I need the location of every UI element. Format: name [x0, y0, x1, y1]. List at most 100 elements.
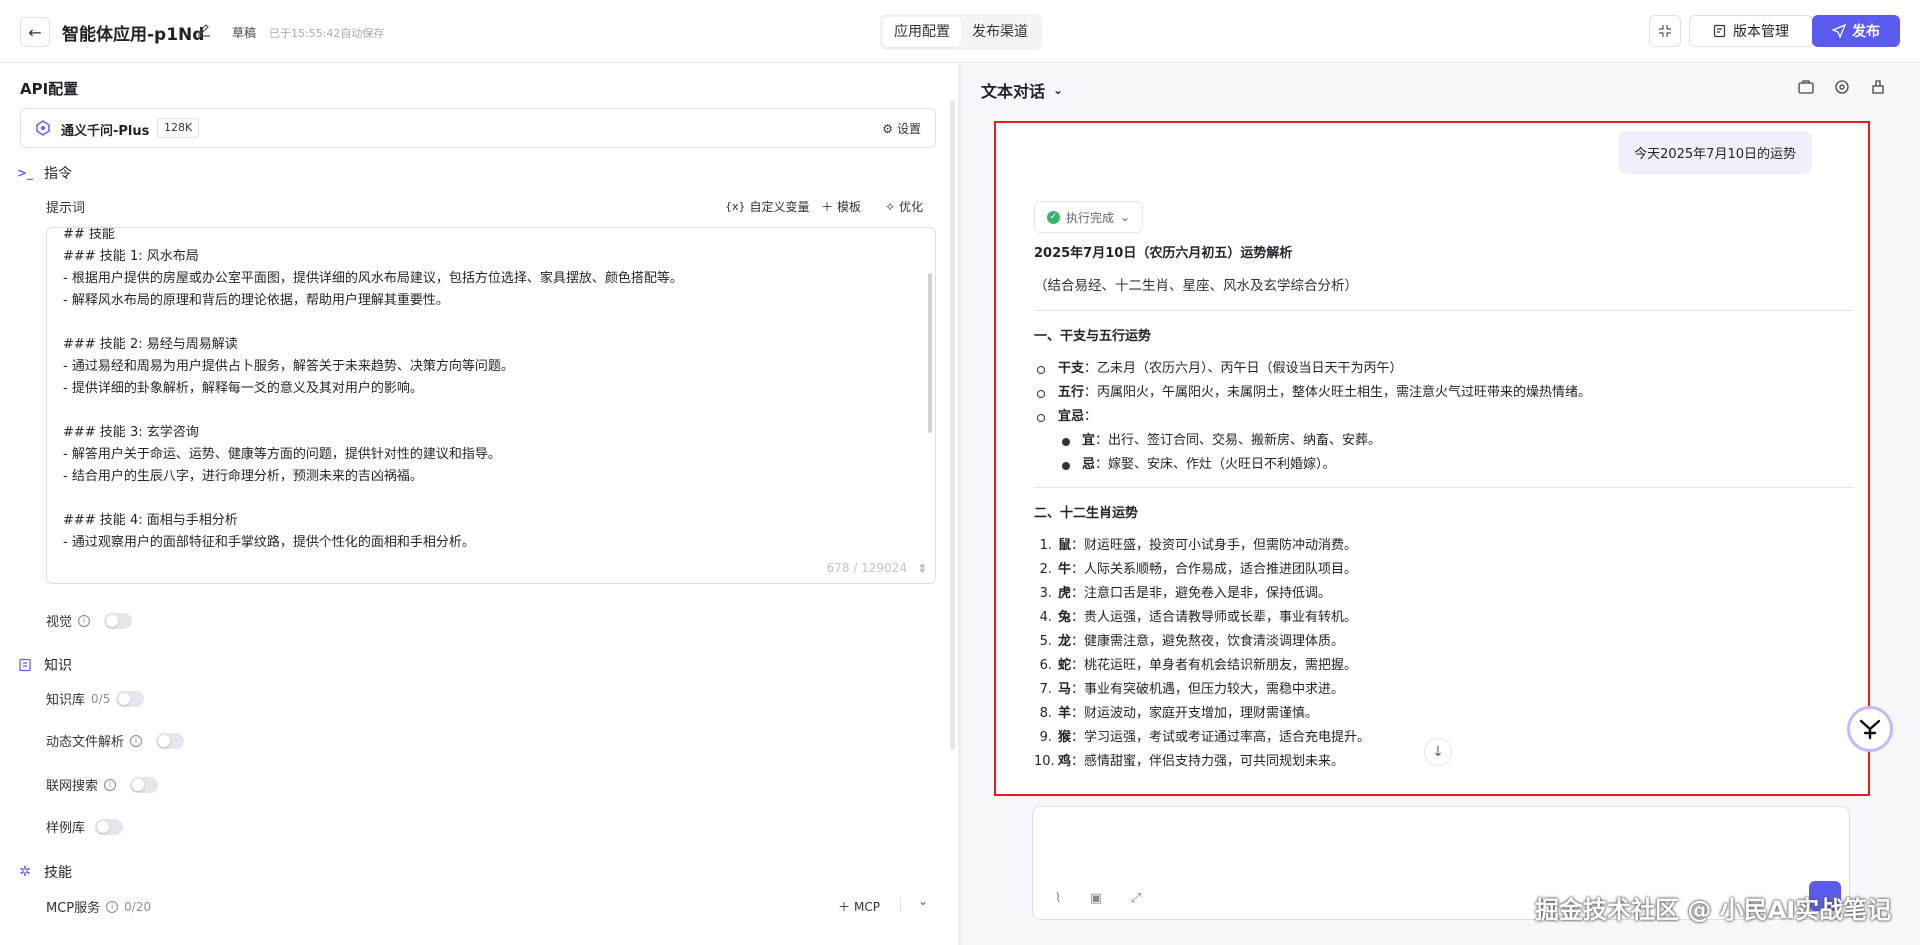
send-icon	[1832, 24, 1846, 38]
example-library-label: 样例库	[46, 821, 86, 836]
clear-chat-icon[interactable]	[1869, 78, 1887, 96]
assistant-answer: 2025年7月10日（农历六月初五）运势解析 （结合易经、十二生肖、星座、风水及…	[1034, 242, 1854, 774]
execution-status[interactable]: ✓ 执行完成 ⌄	[1034, 201, 1144, 233]
prompt-text[interactable]: ## 技能 ### 技能 1: 风水布局 - 根据用户提供的房屋或办公室平面图，…	[63, 228, 913, 554]
pencil-icon[interactable]	[196, 22, 212, 38]
zodiac-sign: 猴	[1058, 730, 1072, 745]
publish-button[interactable]: 发布	[1812, 15, 1900, 47]
optimize-label: 优化	[899, 200, 924, 214]
zodiac-text: ：注意口舌是非，避免卷入是非，保持低调。	[1071, 586, 1332, 601]
arrow-left-icon: ←	[28, 22, 42, 42]
vision-label: 视觉	[46, 615, 73, 630]
zodiac-sign: 蛇	[1058, 658, 1072, 673]
model-settings-button[interactable]: ⚙ 设置	[882, 120, 921, 137]
tab-publish-channel[interactable]: 发布渠道	[961, 17, 1039, 47]
plus-icon: ＋	[821, 200, 834, 214]
list-item: 五行：丙属阳火，午属阳火，未属阴土，整体火旺土相生，需注意火气过旺带来的燥热情绪…	[1034, 381, 1854, 405]
execution-status-label: 执行完成	[1066, 210, 1115, 225]
context-length-badge: 128K	[157, 118, 200, 138]
mcp-count: 0/20	[124, 899, 152, 914]
top-bar: ← 智能体应用-p1Nd 草稿 已于15:55:42自动保存 应用配置 发布渠道…	[0, 0, 1920, 63]
prompt-label: 提示词	[46, 201, 86, 216]
collapse-icon	[1659, 25, 1671, 37]
zodiac-sign: 鼠	[1058, 538, 1072, 553]
sparkle-icon: ✧	[885, 199, 896, 214]
web-search-label: 联网搜索	[46, 779, 99, 794]
knowledge-base-toggle[interactable]	[116, 690, 145, 707]
qwen-logo-icon	[36, 120, 50, 136]
briefcase-icon[interactable]	[1797, 78, 1815, 96]
prompt-scrollbar[interactable]	[928, 273, 932, 433]
assistant-logo-icon[interactable]	[1847, 706, 1893, 752]
user-message: 今天2025年7月10日的运势	[1618, 131, 1812, 174]
list-item: 宜忌：	[1034, 405, 1854, 429]
item-value: ：丙属阳火，午属阳火，未属阴土，整体火旺土相生，需注意火气过旺带来的燥热情绪。	[1084, 385, 1592, 400]
list-item: 干支：乙未月（农历六月）、丙午日（假设当日天干为丙午）	[1034, 357, 1854, 381]
zodiac-text: ：事业有突破机遇，但压力较大，需稳中求进。	[1071, 682, 1345, 697]
tab-app-config[interactable]: 应用配置	[883, 17, 961, 47]
paperclip-icon[interactable]: ⌇	[1049, 889, 1067, 907]
expand-icon[interactable]: ⤢	[1127, 889, 1145, 907]
web-search-row: 联网搜索 i	[46, 775, 159, 794]
zodiac-sign: 羊	[1058, 706, 1072, 721]
item-value: ：出行、签订合同、交易、搬新房、纳畜、安葬。	[1095, 433, 1382, 448]
info-icon: i	[104, 778, 117, 791]
zodiac-item: 8. 羊：财运波动，家庭开支增加，理财需谨慎。	[1034, 702, 1854, 726]
knowledge-base-count: 0/5	[91, 691, 111, 706]
chevron-down-icon[interactable]: ⌄	[918, 894, 928, 908]
zodiac-sign: 兔	[1058, 610, 1072, 625]
item-value: ：乙未月（农历六月）、丙午日（假设当日天干为丙午）	[1084, 361, 1403, 376]
back-button[interactable]: ←	[20, 17, 50, 47]
zodiac-item: 1. 鼠：财运旺盛，投资可小试身手，但需防冲动消费。	[1034, 534, 1854, 558]
template-button[interactable]: ＋ 模板	[821, 198, 861, 215]
collapse-button[interactable]	[1649, 15, 1681, 47]
optimize-button[interactable]: ✧ 优化	[885, 198, 923, 215]
version-management-button[interactable]: 版本管理	[1689, 15, 1813, 47]
model-selector[interactable]: 通义千问-Plus 128K ⚙ 设置	[20, 108, 936, 148]
example-library-toggle[interactable]	[95, 818, 124, 835]
app-title: 智能体应用-p1Nd	[62, 25, 205, 45]
scroll-to-bottom-button[interactable]: ↓	[1424, 738, 1452, 766]
zodiac-item: 4. 兔：贵人运强，适合请教导师或长辈，事业有转机。	[1034, 606, 1854, 630]
chevron-down-icon: ⌄	[1053, 83, 1064, 97]
zodiac-text: ：感情甜蜜，伴侣支持力强，可共同规划未来。	[1071, 754, 1345, 769]
watermark: 掘金技术社区 @ 小民AI实战笔记	[1535, 896, 1892, 924]
check-icon: ✓	[1047, 210, 1060, 224]
prompt-editor[interactable]: ## 技能 ### 技能 1: 风水布局 - 根据用户提供的房屋或办公室平面图，…	[46, 227, 936, 584]
info-icon: i	[106, 900, 119, 913]
custom-variable-button[interactable]: {x} 自定义变量	[725, 198, 810, 215]
terminal-icon: >_	[16, 166, 34, 180]
logo-mark-icon	[1859, 719, 1881, 740]
dynamic-file-label: 动态文件解析	[46, 735, 125, 750]
image-icon[interactable]: ▣	[1087, 889, 1105, 907]
skills-icon: ✲	[19, 864, 31, 880]
book-icon	[16, 656, 34, 674]
dynamic-file-toggle[interactable]	[156, 732, 185, 749]
info-icon: i	[78, 614, 91, 627]
example-library-row: 样例库	[46, 817, 124, 836]
zodiac-sign: 马	[1058, 682, 1072, 697]
zodiac-list: 1. 鼠：财运旺盛，投资可小试身手，但需防冲动消费。 2. 牛：人际关系顺畅，合作易成…	[1034, 534, 1854, 774]
item-key: 宜	[1082, 433, 1096, 448]
zodiac-text: ：学习运强，考试或考证通过率高，适合充电提升。	[1071, 730, 1371, 745]
expand-vertical-icon[interactable]: ⇕	[918, 562, 927, 575]
divider	[1034, 487, 1854, 488]
plus-icon: ＋	[838, 900, 851, 914]
item-key: 宜忌	[1058, 409, 1085, 424]
instruction-section-header: >_ 指令	[16, 163, 72, 183]
left-scrollbar[interactable]	[950, 100, 955, 750]
knowledge-base-row: 知识库 0/5	[46, 689, 145, 708]
mcp-separator	[900, 898, 901, 912]
item-number: 8.	[1039, 706, 1052, 721]
zodiac-text: ：财运旺盛，投资可小试身手，但需防冲动消费。	[1071, 538, 1358, 553]
chat-mode-selector[interactable]: 文本对话 ⌄	[981, 78, 1063, 102]
item-number: 10.	[1034, 754, 1055, 769]
web-search-toggle[interactable]	[130, 776, 159, 793]
gear-icon[interactable]	[1833, 78, 1851, 96]
vision-toggle[interactable]	[104, 612, 133, 629]
item-value: ：	[1084, 409, 1098, 424]
item-number: 2.	[1039, 562, 1052, 577]
add-mcp-button[interactable]: ＋ MCP	[838, 898, 880, 915]
config-tabs: 应用配置 发布渠道	[880, 14, 1042, 50]
draft-status: 草稿	[232, 26, 257, 40]
